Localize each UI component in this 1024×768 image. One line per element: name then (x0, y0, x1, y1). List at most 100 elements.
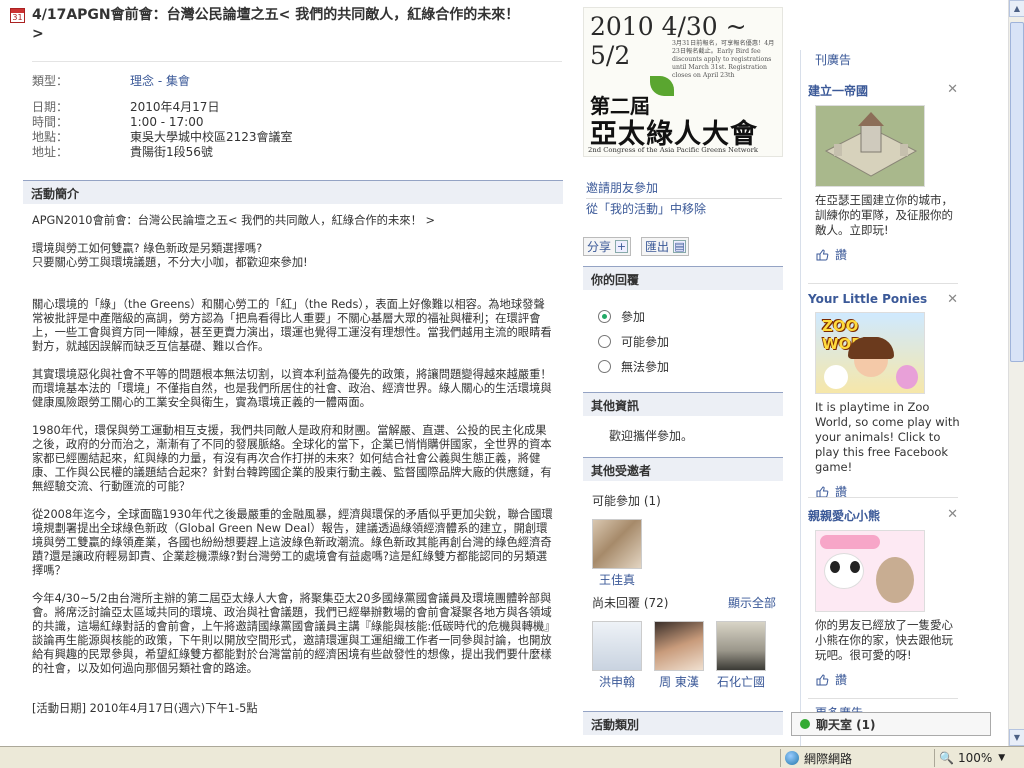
ad-item[interactable]: Your Little Ponies ✕ ZOO WORLD It is pla… (808, 292, 960, 500)
desc-paragraph: 從2008年迄今，全球面臨1930年代之後最嚴重的金融風暴，經濟與環保的矛盾似乎… (32, 508, 553, 577)
zone-indicator: 網際網路 (780, 749, 930, 767)
ad-title[interactable]: Your Little Ponies (808, 292, 958, 306)
info-row-type: 類型： 理念 - 集會 (32, 74, 190, 88)
ad-text: 你的男友已經放了一隻愛心小熊在你的家，快去跟他玩玩吧。很可愛的呀! (815, 618, 953, 662)
poster-small-text: 3月31日前報名，可享報名優惠！4月23日報名截止。Early Bird fee… (672, 40, 775, 79)
zoom-control[interactable]: 🔍 100% ▼ (934, 749, 1008, 767)
close-icon[interactable]: ✕ (947, 82, 958, 97)
desc-paragraph: 1980年代，環保與勞工運動相互支援，我們共同敵人是政府和財團。當解嚴、直選、公… (32, 424, 552, 493)
desc-paragraph: [活動日期] 2010年4月17日(週六)下午1-5點 (32, 702, 258, 715)
rsvp-maybe[interactable]: 可能參加 (598, 329, 669, 354)
info-row-address: 地址： 貴陽街1段56號 (32, 145, 213, 159)
ad-image[interactable]: ZOO WORLD (815, 312, 925, 394)
avatar[interactable] (716, 621, 766, 671)
export-button[interactable]: 匯出 ▤ (641, 237, 690, 256)
event-title-row: 31 4/17APGN會前會：台灣公民論壇之五< 我們的共同敵人，紅綠合作的未來… (10, 6, 550, 44)
ad-image[interactable] (815, 530, 925, 612)
rsvp-options: 參加 可能參加 無法參加 (598, 304, 669, 379)
avatar[interactable] (654, 621, 704, 671)
noreply-row: 尚未回覆 (72) 顯示全部 (592, 594, 776, 611)
event-type-link[interactable]: 理念 - 集會 (130, 74, 190, 88)
radio[interactable] (598, 335, 611, 348)
avatar[interactable] (592, 621, 642, 671)
guest-item[interactable]: 周 東漢 (654, 621, 704, 690)
guest-item[interactable]: 王佳真 (592, 519, 642, 588)
zoom-icon: 🔍 (939, 751, 954, 765)
close-icon[interactable]: ✕ (947, 292, 958, 307)
globe-icon (785, 751, 799, 765)
desc-paragraph: 只要關心勞工與環境議題，不分大小咖，都歡迎來參加! (32, 256, 308, 269)
rsvp-declined[interactable]: 無法參加 (598, 354, 669, 379)
guest-item[interactable]: 石化亡國 (716, 621, 766, 690)
avatar[interactable] (592, 519, 642, 569)
desc-paragraph: 關心環境的「綠」（the Greens）和關心勞工的「紅」（the Reds），… (32, 298, 552, 353)
close-icon[interactable]: ✕ (947, 507, 958, 522)
online-status-icon (800, 719, 810, 729)
rsvp-attending[interactable]: 參加 (598, 304, 669, 329)
ad-text: It is playtime in Zoo World, so come pla… (815, 400, 960, 474)
ad-title[interactable]: 親親愛心小熊 (808, 507, 958, 524)
chevron-down-icon[interactable]: ▼ (998, 753, 1005, 763)
radio-selected[interactable] (598, 310, 611, 323)
ad-item[interactable]: 親親愛心小熊 ✕ 你的男友已經放了一隻愛心小熊在你的家，快去跟他玩玩吧。很可愛的… (808, 507, 958, 688)
calendar-icon: 31 (10, 8, 25, 23)
description-body: APGN2010會前會：台灣公民論壇之五< 我們的共同敵人，紅綠合作的未來！ >… (32, 214, 556, 730)
desc-paragraph: 環境與勞工如何雙贏? 綠色新政是另類選擇嗎? (32, 242, 263, 255)
event-actions: 邀請朋友參加 從「我的活動」中移除 (586, 178, 782, 219)
calendar-export-icon: ▤ (673, 240, 687, 253)
radio[interactable] (598, 360, 611, 373)
noreply-count: 尚未回覆 (72) (592, 596, 669, 610)
info-row-date: 日期： 2010年4月17日 (32, 100, 220, 114)
other-info-text: 歡迎攜伴參加。 (609, 429, 694, 443)
create-ad-link[interactable]: 刊廣告 (815, 51, 851, 68)
ad-item[interactable]: 建立一帝國 ✕ 在亞瑟王國建立你的城市，訓練你的軍隊，及征服你的敵人。立即玩! … (808, 82, 958, 263)
thumbs-up-icon (816, 248, 829, 260)
guest-name[interactable]: 洪申翰 (599, 675, 635, 689)
like-button[interactable]: 讚 (816, 246, 958, 263)
rsvp-header: 你的回覆 (583, 266, 783, 290)
scroll-up-icon[interactable]: ▲ (1009, 0, 1024, 17)
guest-name[interactable]: 王佳真 (599, 573, 635, 587)
ad-text: 在亞瑟王國建立你的城市，訓練你的軍隊，及征服你的敵人。立即玩! (815, 193, 953, 237)
guests-header: 其他受邀者 (583, 457, 783, 481)
info-row-location: 地點： 東吳大學城中校區2123會議室 (32, 130, 293, 144)
thumbs-up-icon (816, 485, 829, 497)
description-header: 活動簡介 (23, 180, 563, 204)
ad-divider (808, 283, 958, 284)
plus-icon: + (615, 240, 629, 253)
scroll-thumb[interactable] (1010, 22, 1024, 362)
share-export-row: 分享 + 匯出 ▤ (583, 237, 690, 256)
vertical-scrollbar[interactable]: ▲ ▼ (1008, 0, 1024, 746)
show-all-link[interactable]: 顯示全部 (728, 594, 776, 611)
scroll-down-icon[interactable]: ▼ (1009, 729, 1024, 746)
title-divider (32, 61, 562, 62)
invite-friends-link[interactable]: 邀請朋友參加 (586, 181, 658, 195)
column-divider (800, 50, 801, 746)
category-header: 活動類別 (583, 711, 783, 735)
maybe-count: 可能參加 (1) (592, 494, 661, 508)
poster-subtitle: 2nd Congress of the Asia Pacific Greens … (588, 146, 759, 154)
event-page: 31 4/17APGN會前會：台灣公民論壇之五< 我們的共同敵人，紅綠合作的未來… (0, 0, 1008, 746)
browser-status-bar: 網際網路 🔍 100% ▼ (0, 746, 1024, 768)
guest-item[interactable]: 洪申翰 (592, 621, 642, 690)
guest-name[interactable]: 周 東漢 (659, 675, 699, 689)
event-poster: 2010 4/30 ~ 5/2 3月31日前報名，可享報名優惠！4月23日報名截… (583, 7, 783, 157)
desc-paragraph: APGN2010會前會：台灣公民論壇之五< 我們的共同敵人，紅綠合作的未來！ > (32, 214, 435, 227)
thumbs-up-icon (816, 673, 829, 685)
info-row-time: 時間： 1:00 - 17:00 (32, 115, 204, 129)
guest-name[interactable]: 石化亡國 (717, 675, 765, 689)
share-button[interactable]: 分享 + (583, 237, 632, 256)
leaf-icon (650, 76, 674, 96)
ad-divider (808, 698, 958, 699)
desc-paragraph: 今年4/30~5/2由台灣所主辦的第二屆亞太綠人大會，將聚集亞太20多國綠黨國會… (32, 592, 556, 675)
remove-event-link[interactable]: 從「我的活動」中移除 (586, 202, 706, 216)
like-button[interactable]: 讚 (816, 671, 958, 688)
event-title: 4/17APGN會前會：台灣公民論壇之五< 我們的共同敵人，紅綠合作的未來！ > (32, 7, 520, 42)
desc-paragraph: 其實環境惡化與社會不平等的問題根本無法切割，以資本利益為優先的政策，將讓問題變得… (32, 368, 552, 409)
ad-image[interactable] (815, 105, 925, 187)
chat-bar[interactable]: 聊天室 (1) (791, 712, 991, 736)
other-info-header: 其他資訊 (583, 392, 783, 416)
event-info: 類型： 理念 - 集會 日期： 2010年4月17日 時間： 1:00 - 17… (32, 74, 562, 160)
ad-divider (808, 497, 958, 498)
ad-title[interactable]: 建立一帝國 (808, 82, 958, 99)
